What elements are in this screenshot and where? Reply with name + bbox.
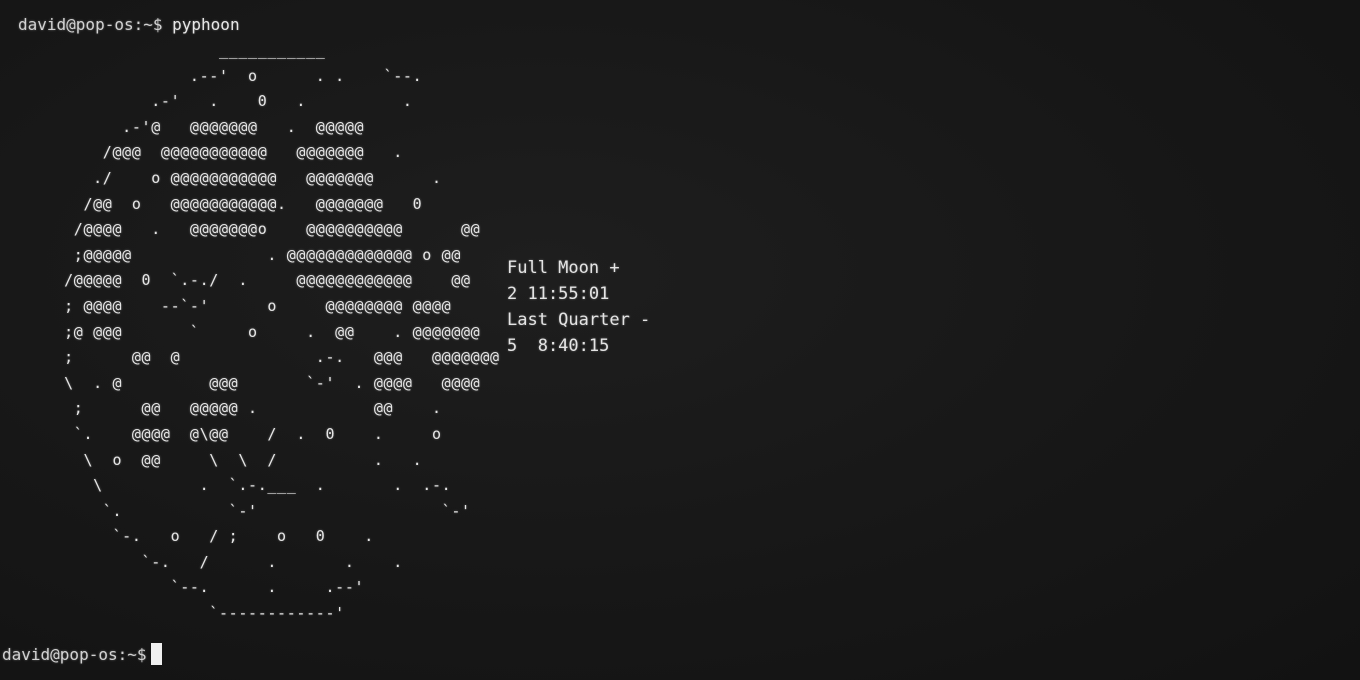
command-text: pyphoon <box>172 15 240 34</box>
text-cursor[interactable] <box>150 643 162 665</box>
moon-ascii-art: ___________ .--' o . . `--. .-' . 0 . . … <box>64 41 500 623</box>
terminal-window[interactable]: david@pop-os:~$ pyphoon ___________ .--'… <box>0 0 1360 680</box>
shell-prompt: david@pop-os:~$ <box>18 15 163 34</box>
previous-phase-time: 5 8:40:15 <box>507 336 610 356</box>
next-phase-label: Full Moon + <box>507 258 620 278</box>
next-phase-time: 2 11:55:01 <box>507 284 610 304</box>
shell-prompt-bottom: david@pop-os:~$ <box>2 645 147 664</box>
command-line: david@pop-os:~$ pyphoon <box>18 16 240 34</box>
previous-phase-label: Last Quarter - <box>507 310 651 330</box>
input-line[interactable]: david@pop-os:~$ <box>2 643 162 665</box>
